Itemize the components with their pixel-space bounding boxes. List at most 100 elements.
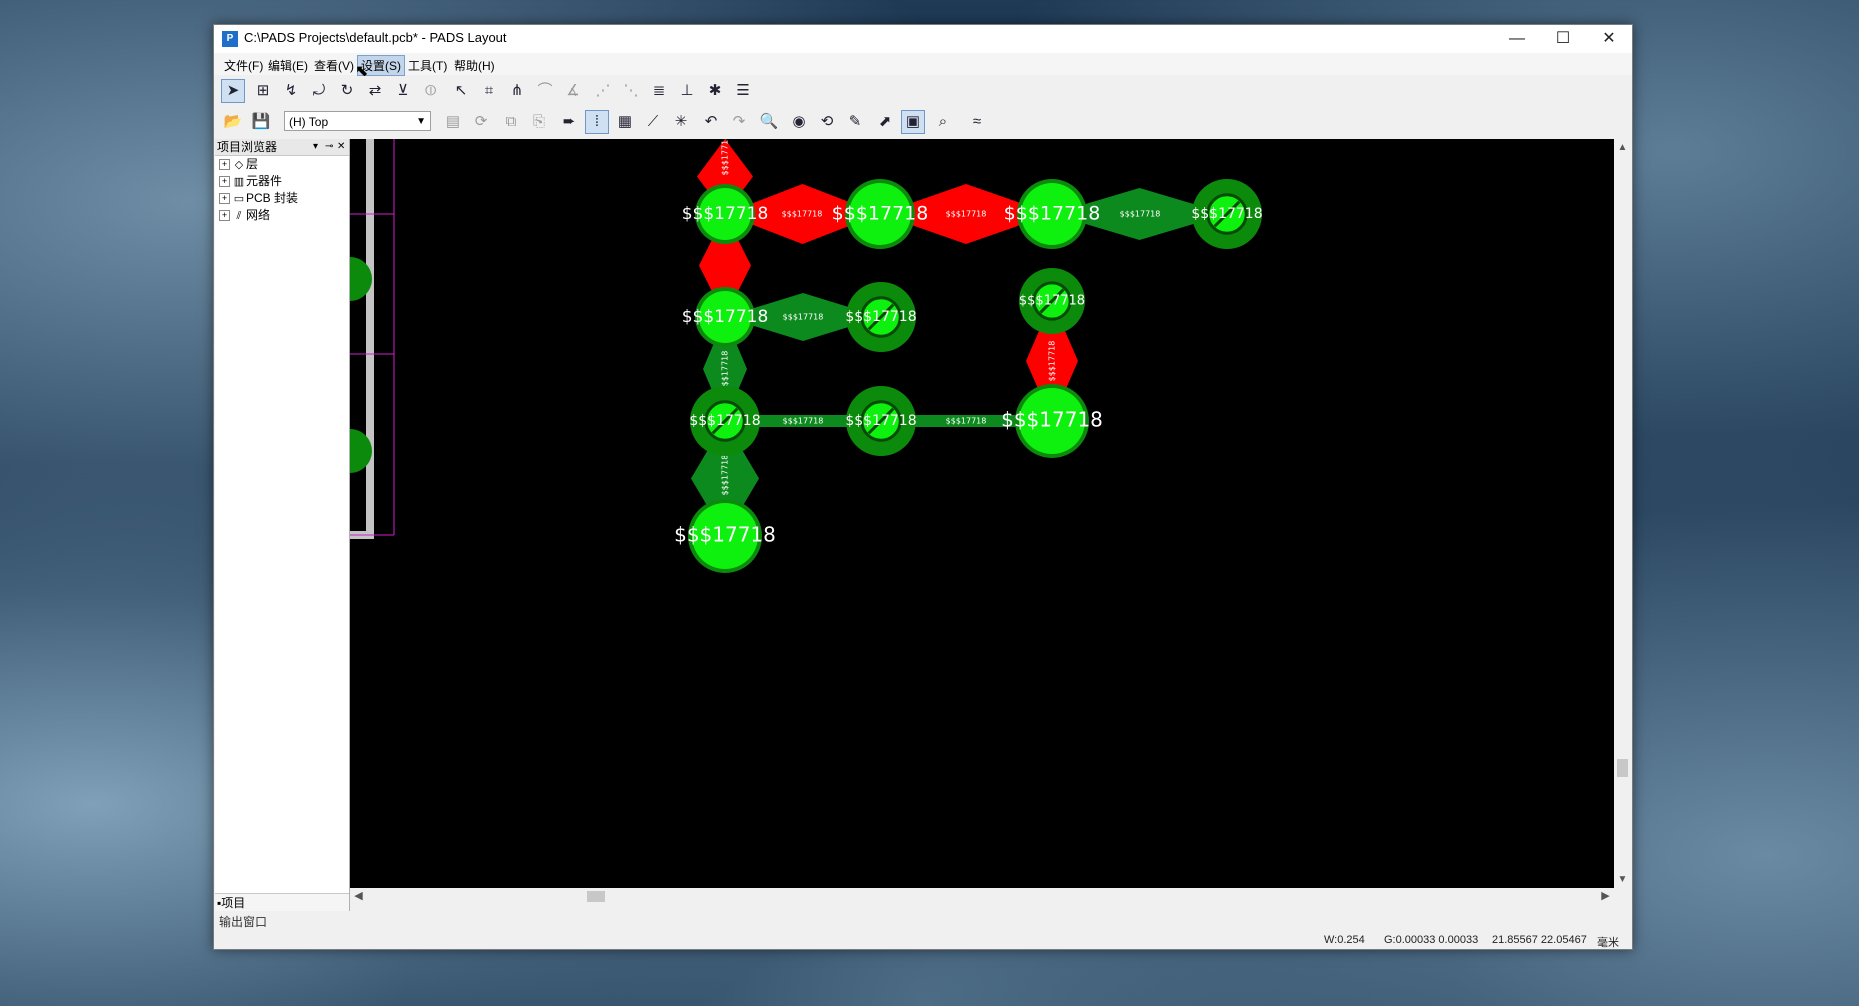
expand-icon[interactable]: + — [219, 159, 230, 171]
ecopy-icon[interactable]: ⧉ — [499, 110, 523, 134]
save-icon[interactable]: 💾 — [249, 110, 273, 134]
select-arrow-icon[interactable]: ➤ — [221, 79, 245, 103]
tree-item-components[interactable]: + ▥ 元器件 — [215, 173, 349, 190]
maximize-button[interactable]: ☐ — [1540, 25, 1586, 53]
menu-tools[interactable]: 工具(T) — [405, 56, 450, 75]
glue-icon[interactable]: ⋔ — [505, 79, 529, 103]
expand-icon[interactable]: + — [219, 176, 230, 188]
menu-edit[interactable]: 编辑(E) — [265, 56, 311, 75]
corner-icon[interactable]: ⌒ — [533, 79, 557, 103]
flip-icon[interactable]: ⇄ — [363, 79, 387, 103]
pcb-footprint-icon: ▭ — [233, 193, 245, 205]
status-width: W:0.254 — [1324, 934, 1365, 946]
move-icon[interactable]: ⊞ — [251, 79, 275, 103]
expand-icon[interactable]: + — [219, 193, 230, 205]
stretch-icon[interactable]: ⦶ — [419, 79, 443, 103]
vertical-scrollbar[interactable]: ▲ ▼ — [1614, 139, 1631, 888]
trace-label: $$$17718 — [721, 455, 730, 496]
vertical-scroll-thumb[interactable] — [1617, 759, 1628, 777]
menu-view[interactable]: 查看(V) — [311, 56, 357, 75]
open-icon[interactable]: 📂 — [221, 110, 245, 134]
tree-item-pcb-footprints[interactable]: + ▭ PCB 封装 — [215, 190, 349, 207]
drc-icon[interactable]: ⊥ — [675, 79, 699, 103]
pour-icon[interactable]: ⁞ — [585, 110, 609, 134]
trace-label: $$$17718 — [783, 417, 824, 426]
status-unit: 毫米 — [1597, 937, 1619, 949]
status-coordinates: 21.85567 22.05467 — [1492, 934, 1587, 946]
output-window-label[interactable]: 输出窗口 — [219, 913, 267, 930]
highlight-icon[interactable]: ✎ — [843, 110, 867, 134]
tree-item-layers[interactable]: + ◇ 层 — [215, 156, 349, 173]
dim-icon[interactable]: ≣ — [647, 79, 671, 103]
report-icon[interactable]: ⬈ — [873, 110, 897, 134]
layers-icon: ◇ — [234, 159, 244, 171]
view-icon[interactable]: ◉ — [787, 110, 811, 134]
menu-file[interactable]: 文件(F) — [221, 56, 266, 75]
pad-label: $$$17718 — [682, 204, 769, 224]
scroll-left-icon[interactable]: ◀ — [350, 888, 367, 905]
flood-icon[interactable]: ▦ — [613, 110, 637, 134]
miter-icon[interactable]: ∡ — [561, 79, 585, 103]
pad-label: $$$17718 — [1004, 203, 1101, 225]
pcb-pad: $$$17718 — [682, 287, 768, 347]
sketch-icon[interactable]: ✳ — [669, 110, 693, 134]
pcb-canvas[interactable]: $$$17718 $$$17718 $$$17718 $$$17718 $$$17718… — [350, 139, 1614, 888]
cluster-place-icon[interactable]: ✱ — [703, 79, 727, 103]
list-icon[interactable]: ☰ — [731, 79, 755, 103]
layer-dropdown[interactable]: (H) Top ▼ — [284, 111, 431, 131]
project-tab-label: 项目 — [221, 896, 246, 910]
trace-label: $$$17718 — [721, 139, 730, 175]
status-bar: W:0.254 G:0.00033 0.00033 21.85567 22.05… — [214, 931, 1632, 949]
undo-icon[interactable]: ↶ — [699, 110, 723, 134]
rotate-view-icon[interactable]: ⟲ — [815, 110, 839, 134]
arrow-icon[interactable]: ➨ — [557, 110, 581, 134]
horizontal-scrollbar[interactable]: ◀ ▶ — [350, 888, 1614, 905]
trace-label: $$$17718 — [946, 210, 987, 219]
tree-item-nets[interactable]: + ⫽ 网络 — [215, 207, 349, 224]
scroll-down-icon[interactable]: ▼ — [1614, 871, 1631, 888]
chevron-down-icon: ▼ — [416, 116, 426, 127]
spin-icon[interactable]: ↻ — [335, 79, 359, 103]
close-button[interactable]: ✕ — [1586, 25, 1632, 53]
add-via-icon[interactable]: ⊻ — [391, 79, 415, 103]
cluster-icon[interactable]: ⋱ — [619, 79, 643, 103]
pcb-pad: $$$17718 — [845, 282, 917, 352]
redo-icon[interactable]: ↷ — [727, 110, 751, 134]
refresh-icon[interactable]: ⟳ — [469, 110, 493, 134]
signal-icon[interactable]: ≈ — [965, 110, 989, 134]
pcb-pad: $$$17718 — [832, 179, 929, 249]
close-icon[interactable]: ✕ — [337, 139, 345, 155]
chevron-down-icon[interactable]: ▾ — [313, 139, 318, 155]
minimize-button[interactable]: — — [1494, 25, 1540, 53]
pcb-pad: $$$17718 — [682, 184, 769, 244]
menu-help[interactable]: 帮助(H) — [451, 56, 498, 75]
project-tab[interactable]: ▪项目 — [215, 893, 349, 911]
pcb-drawing[interactable]: $$$17718 $$$17718 $$$17718 $$$17718 $$$17718… — [350, 139, 1614, 888]
trace-label: $$$17718 — [1120, 210, 1161, 219]
line-icon[interactable]: ⟋ — [641, 110, 665, 134]
horizontal-scroll-thumb[interactable] — [587, 891, 605, 902]
scroll-right-icon[interactable]: ▶ — [1597, 888, 1614, 905]
properties-icon[interactable]: ▤ — [441, 110, 465, 134]
tree-item-label: 元器件 — [246, 174, 283, 188]
menu-bar: 文件(F) 编辑(E) 查看(V) 设置(S) 工具(T) 帮助(H) — [214, 53, 1632, 76]
zoom-icon[interactable]: 🔍 — [757, 110, 781, 134]
split-icon[interactable]: ↖ — [449, 79, 473, 103]
route-icon[interactable]: ↯ — [279, 79, 303, 103]
scroll-up-icon[interactable]: ▲ — [1614, 139, 1631, 156]
search-icon[interactable]: ⌕ — [931, 110, 955, 134]
app-window: P C:\PADS Projects\default.pcb* - PADS L… — [213, 24, 1633, 950]
title-bar: P C:\PADS Projects\default.pcb* - PADS L… — [214, 25, 1632, 53]
pad-label: $$$17718 — [1191, 206, 1262, 222]
standard-toolbar: 📂 💾 (H) Top ▼ ▤ ⟳ ⧉ ⎘ ➨ ⁞ ▦ ⟋ ✳ ↶ ↷ 🔍 ◉ … — [214, 107, 1632, 137]
tree-item-label: PCB 封装 — [246, 191, 299, 205]
pin-icon[interactable]: ⊸ — [325, 139, 333, 155]
expand-icon[interactable]: + — [219, 210, 230, 222]
window-icon[interactable]: ▣ — [901, 110, 925, 134]
auto-route-icon[interactable]: ⌗ — [477, 79, 501, 103]
radial-icon[interactable]: ⋰ — [591, 79, 615, 103]
rotate-icon[interactable]: ⤾ — [307, 79, 331, 103]
pad-label: $$$17718 — [832, 203, 929, 225]
traces-layer: $$$17718 $$$17718 $$$17718 $$$17718 $$$17718… — [691, 139, 1227, 536]
paste-icon[interactable]: ⎘ — [527, 110, 551, 134]
